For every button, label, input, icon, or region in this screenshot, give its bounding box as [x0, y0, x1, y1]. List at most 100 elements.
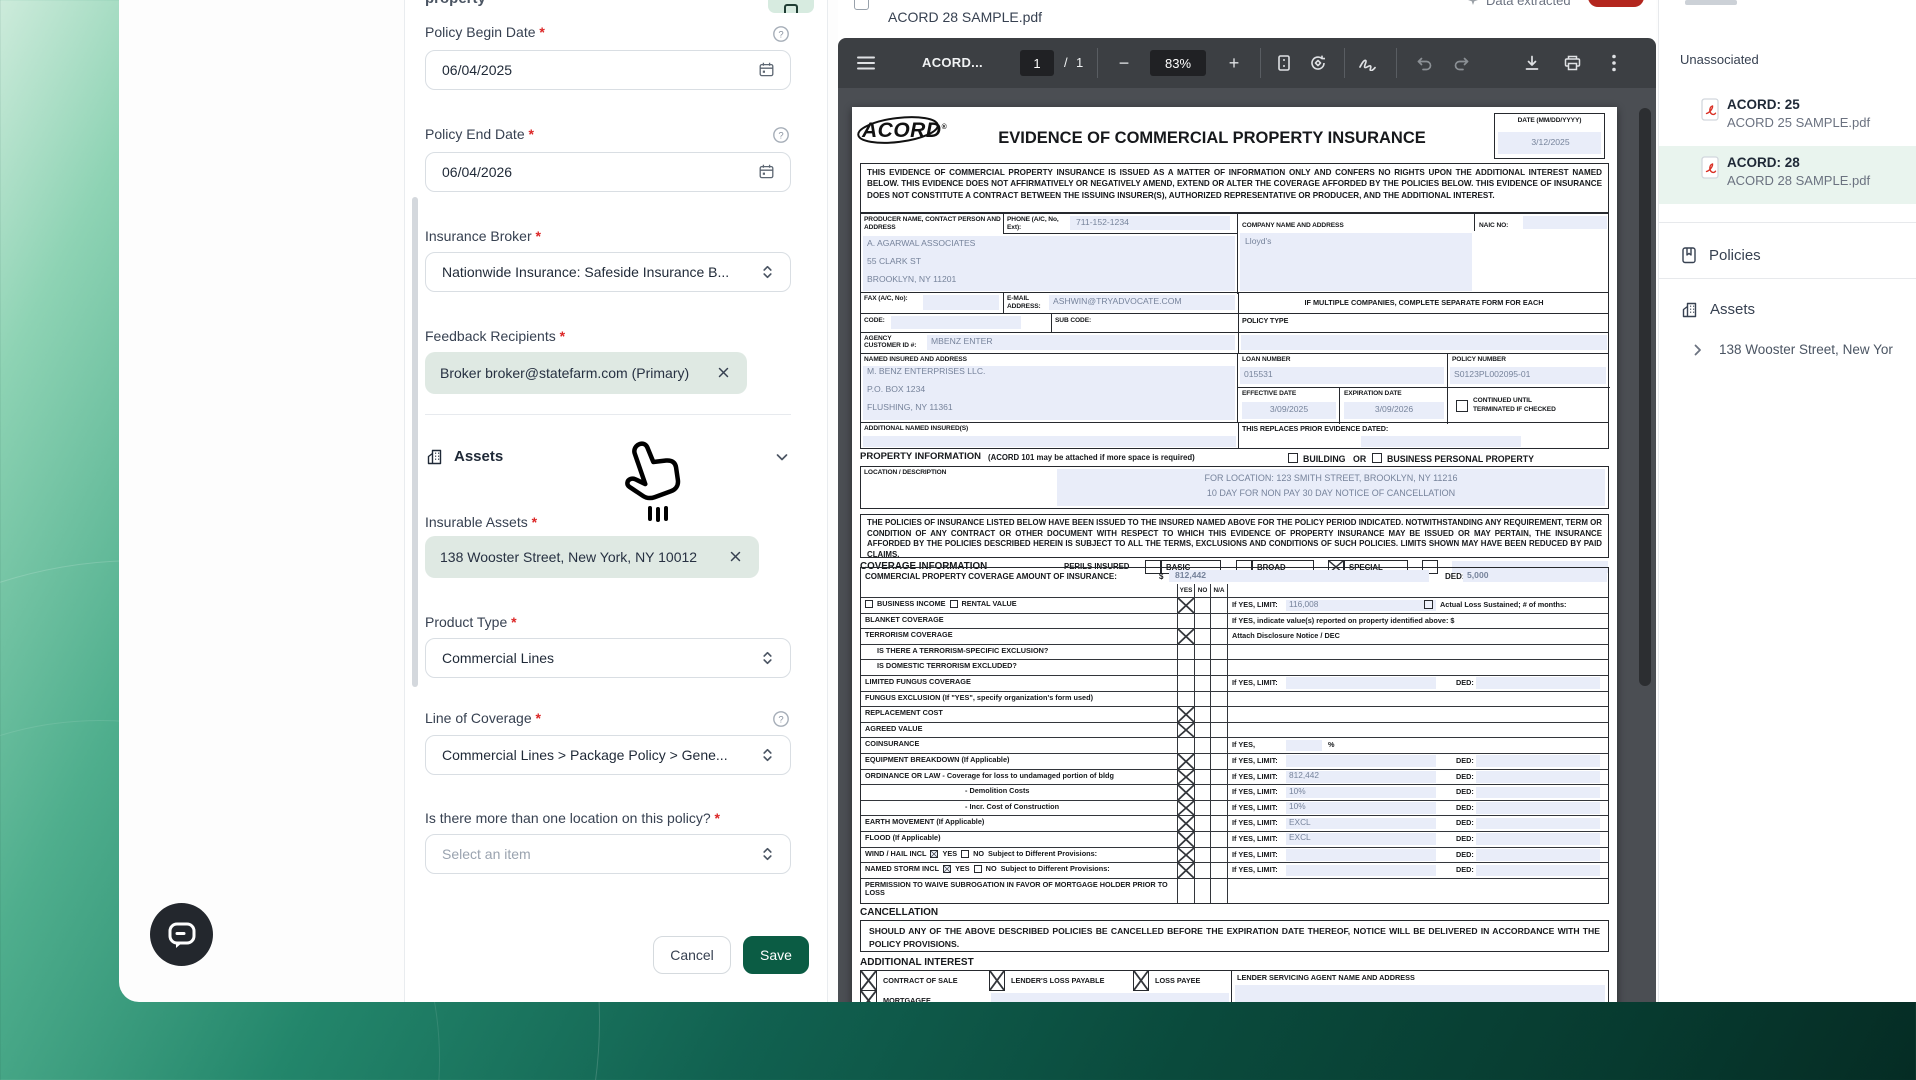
- coverage-row: PERMISSION TO WAIVE SUBROGATION IN FAVOR…: [861, 878, 1608, 903]
- drawer-header-icon-button[interactable]: [768, 0, 814, 13]
- right-sidebar: Unassociated ACORD: 25 ACORD 25 SAMPLE.p…: [1658, 0, 1916, 1002]
- additional-interest-table: CONTRACT OF SALE LENDER'S LOSS PAYABLE L…: [860, 970, 1609, 1002]
- coverage-row: FUNGUS EXCLUSION (If "YES", specify orga…: [861, 691, 1608, 707]
- x-mark: [1178, 723, 1194, 738]
- coverage-row: BLANKET COVERAGEIf YES, indicate value(s…: [861, 613, 1608, 629]
- code-row: CODE: SUB CODE: POLICY TYPE: [860, 314, 1609, 333]
- coverage-table: COMMERCIAL PROPERTY COVERAGE AMOUNT OF I…: [860, 567, 1609, 904]
- download-icon[interactable]: [1520, 51, 1544, 75]
- pdf-file-title: ACORD 28 SAMPLE.pdf: [888, 9, 1042, 25]
- doc-item-acord-25[interactable]: ACORD: 25 ACORD 25 SAMPLE.pdf: [1659, 88, 1916, 146]
- pdf-scrollbar[interactable]: [1639, 108, 1651, 686]
- acord-logo: ACORD®: [862, 119, 947, 143]
- page-divider: /: [1064, 55, 1068, 70]
- coverage-row: EARTH MOVEMENT (If Applicable)If YES, LI…: [861, 815, 1608, 831]
- coverage-row: LIMITED FUNGUS COVERAGEIf YES, LIMIT:DED…: [861, 675, 1608, 691]
- x-mark: [1178, 832, 1194, 847]
- data-extracted-status: Data extracted: [1466, 0, 1571, 8]
- zoom-out-button[interactable]: −: [1112, 51, 1136, 75]
- select-chevrons-icon: [760, 650, 775, 666]
- producer-company-section: PRODUCER NAME, CONTACT PERSON AND ADDRES…: [860, 213, 1609, 293]
- sparkle-icon: [1466, 0, 1480, 8]
- x-mark: [1178, 816, 1194, 831]
- coverage-row: FLOOD (If Applicable)If YES, LIMIT:EXCLD…: [861, 831, 1608, 847]
- insurance-broker-label: Insurance Broker *: [425, 228, 541, 244]
- building-icon: [784, 4, 798, 13]
- print-icon[interactable]: [1560, 51, 1584, 75]
- feedback-recipient-chip[interactable]: Broker broker@statefarm.com (Primary): [425, 352, 747, 394]
- help-icon[interactable]: ?: [772, 25, 790, 43]
- cancel-button[interactable]: Cancel: [653, 936, 731, 974]
- fax-email-row: FAX (A/C, No): E-MAIL ADDRESS: ASHWIN@TR…: [860, 293, 1609, 314]
- calendar-icon[interactable]: [758, 163, 775, 180]
- redo-icon[interactable]: [1450, 51, 1474, 75]
- x-mark: [1178, 801, 1194, 816]
- insurable-asset-chip[interactable]: 138 Wooster Street, New York, NY 10012: [425, 536, 759, 578]
- chevron-right-icon: [1692, 344, 1703, 356]
- rotate-icon[interactable]: [1306, 51, 1330, 75]
- remove-chip-icon[interactable]: [717, 366, 730, 379]
- page-total: 1: [1076, 55, 1084, 70]
- line-of-coverage-select[interactable]: Commercial Lines > Package Policy > Gene…: [425, 735, 791, 775]
- cancellation-heading: CANCELLATION: [860, 907, 938, 919]
- annotate-icon[interactable]: [1356, 51, 1380, 75]
- kebab-menu-icon[interactable]: [1602, 51, 1626, 75]
- chevron-down-icon[interactable]: [774, 449, 790, 465]
- yes-no-na-header: YES NO N/A: [861, 584, 1608, 597]
- coverage-row: NAMED STORM INCLYESNOSubject to Differen…: [861, 862, 1608, 878]
- pdf-viewer-body: ACORD® EVIDENCE OF COMMERCIAL PROPERTY I…: [838, 88, 1656, 1002]
- select-chevrons-icon: [760, 846, 775, 862]
- zoom-level-input[interactable]: 83%: [1150, 50, 1206, 76]
- asset-item-wooster[interactable]: 138 Wooster Street, New Yor: [1692, 342, 1912, 357]
- fit-page-icon[interactable]: [1272, 51, 1296, 75]
- sidebar-item-policies[interactable]: Policies: [1680, 246, 1761, 265]
- pdf-file-icon: [1701, 98, 1719, 121]
- policies-paragraph: THE POLICIES OF INSURANCE LISTED BELOW H…: [860, 514, 1609, 558]
- select-chevrons-icon: [760, 747, 775, 763]
- help-icon[interactable]: ?: [772, 126, 790, 144]
- pdf-panel: ACORD 28 SAMPLE.pdf Data extracted ACORD…: [838, 0, 1656, 1002]
- coverage-row: IS THERE A TERRORISM-SPECIFIC EXCLUSION?: [861, 644, 1608, 660]
- unassociated-heading: Unassociated: [1680, 52, 1759, 67]
- pdf-page: ACORD® EVIDENCE OF COMMERCIAL PROPERTY I…: [852, 107, 1617, 1002]
- undo-icon[interactable]: [1412, 51, 1436, 75]
- drawer-scrollbar[interactable]: [412, 197, 418, 687]
- sidebar-item-assets[interactable]: Assets: [1680, 300, 1755, 319]
- product-type-select[interactable]: Commercial Lines: [425, 638, 791, 678]
- property-info-header: PROPERTY INFORMATION (ACORD 101 may be a…: [860, 451, 1609, 466]
- pdf-file-icon: [1701, 156, 1719, 179]
- assets-section-header[interactable]: Assets: [425, 447, 503, 466]
- coverage-row: - Demolition CostsIf YES, LIMIT:10%DED:: [861, 784, 1608, 800]
- calendar-icon[interactable]: [758, 61, 775, 78]
- x-mark: [1178, 848, 1194, 863]
- coverage-row: WIND / HAIL INCLYESNOSubject to Differen…: [861, 847, 1608, 863]
- policy-end-label: Policy End Date *: [425, 126, 534, 142]
- coverage-row: IS DOMESTIC TERRORISM EXCLUDED?: [861, 659, 1608, 675]
- chat-widget-button[interactable]: [150, 903, 213, 966]
- policy-begin-label: Policy Begin Date *: [425, 24, 545, 40]
- doc-item-acord-28[interactable]: ACORD: 28 ACORD 28 SAMPLE.pdf: [1659, 146, 1916, 204]
- help-icon[interactable]: ?: [772, 710, 790, 728]
- coverage-row: AGREED VALUE: [861, 722, 1608, 738]
- file-icon: [854, 0, 869, 10]
- alert-pill-button[interactable]: [1588, 0, 1644, 7]
- named-insured-section: NAMED INSURED AND ADDRESS M. BENZ ENTERP…: [860, 354, 1609, 423]
- zoom-in-button[interactable]: +: [1222, 51, 1246, 75]
- insurance-broker-select[interactable]: Nationwide Insurance: Safeside Insurance…: [425, 252, 791, 292]
- menu-icon[interactable]: [854, 51, 878, 75]
- save-button[interactable]: Save: [743, 936, 809, 974]
- page-number-input[interactable]: 1: [1020, 50, 1054, 76]
- coverage-row: TERRORISM COVERAGEAttach Disclosure Noti…: [861, 628, 1608, 644]
- line-of-coverage-label: Line of Coverage *: [425, 710, 541, 726]
- multi-location-select[interactable]: Select an item: [425, 834, 791, 874]
- svg-text:?: ?: [778, 714, 783, 725]
- form-title: EVIDENCE OF COMMERCIAL PROPERTY INSURANC…: [992, 129, 1432, 148]
- select-chevrons-icon: [760, 264, 775, 280]
- coverage-row: - Incr. Cost of ConstructionIf YES, LIMI…: [861, 800, 1608, 816]
- cancellation-box: SHOULD ANY OF THE ABOVE DESCRIBED POLICI…: [860, 920, 1609, 952]
- x-mark: [1178, 754, 1194, 769]
- building-icon: [1680, 300, 1699, 319]
- policy-end-date-input[interactable]: 06/04/2026: [425, 152, 791, 192]
- remove-chip-icon[interactable]: [729, 550, 742, 563]
- policy-begin-date-input[interactable]: 06/04/2025: [425, 50, 791, 90]
